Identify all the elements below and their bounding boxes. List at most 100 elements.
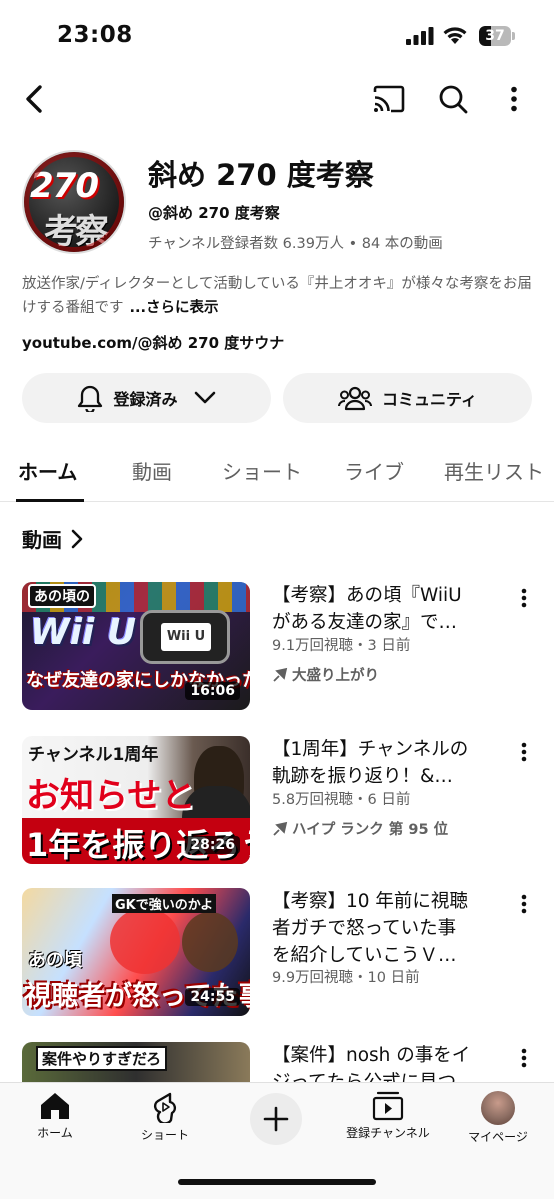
tab-playlists[interactable]: 再生リスト [444,456,544,485]
thumb-caption-top: GKで強いのかよ [112,894,217,913]
video-title[interactable]: 【考察】あの頃『WiiU がある友達の家』で… [272,582,500,636]
nav-subscriptions[interactable]: 登録チャンネル [340,1091,436,1141]
video-item[interactable]: GKで強いのかよ あの頃 視聴者が怒ってた事 24:55 【考察】10 年前に視… [0,888,554,1020]
hype-icon [273,667,288,682]
tab-live[interactable]: ライブ [344,456,404,485]
status-time: 23:08 [57,22,133,48]
user-avatar [481,1091,515,1125]
section-title: 動画 [22,528,62,552]
cast-button[interactable] [366,76,412,122]
battery-indicator: 37 [479,26,515,46]
home-indicator [178,1179,376,1185]
channel-header: 270 考察 斜め 270 度考察 @斜め 270 度考察 チャンネル登録者数 … [22,148,534,258]
show-more-link[interactable]: ...さらに表示 [130,300,219,316]
status-bar: 23:08 37 [0,0,554,70]
channel-description[interactable]: 放送作家/ディレクターとして活動している『井上オオキ』が様々な考察をお届けする番… [22,272,534,320]
video-meta: 9.9万回視聴・10 日前 [272,970,420,986]
channel-name: 斜め 270 度考察 [148,158,374,192]
cast-icon [373,85,405,113]
video-title[interactable]: 【考察】10 年前に視聴 者ガチで怒っていた事 を紹介していこうＶ… [272,888,500,969]
channel-handle: @斜め 270 度考察 [148,204,280,222]
create-button[interactable] [250,1093,302,1145]
community-label: コミュニティ [381,390,478,409]
hype-icon [273,821,288,836]
more-vertical-icon [521,894,527,914]
video-meta: 9.1万回視聴・3 日前 [272,638,411,654]
channel-link[interactable]: youtube.com/@斜め 270 度サウナ [22,332,284,353]
channel-tabs: ホーム 動画 ショート ライブ 再生リスト [0,446,554,502]
active-tab-indicator [16,499,84,502]
video-duration: 28:26 [185,836,240,854]
video-duration: 16:06 [185,682,240,700]
video-title-line: 【考察】10 年前に視聴 [272,891,468,912]
more-vertical-icon [521,1048,527,1068]
thumb-caption-top: あの頃の [28,584,96,608]
home-icon [41,1093,69,1119]
thumb-caption-main: お知らせと [26,776,196,816]
video-title-line: がある友達の家』で… [272,612,458,633]
video-more-button[interactable] [512,1044,536,1072]
video-more-button[interactable] [512,584,536,612]
more-vertical-icon [521,588,527,608]
chevron-right-icon [71,529,83,548]
video-title[interactable]: 【案件】nosh の事をイ ジってたら公式に見つ [272,1042,500,1082]
video-item[interactable]: チャンネル1周年 お知らせと 1年を振り返ろう 28:26 【1周年】チャンネル… [0,736,554,868]
nav-home-label: ホーム [37,1126,73,1140]
channel-avatar[interactable]: 270 考察 [22,150,126,254]
wifi-icon [443,27,467,44]
shorts-icon [153,1092,177,1123]
nav-shorts-label: ショート [140,1128,189,1142]
video-thumbnail[interactable]: あの頃の Wii U Wii U なぜ友達の家にしかなかったのか 16:06 [22,582,250,710]
cellular-signal-icon [406,27,434,45]
video-title-line: ジってたら公式に見つ [272,1069,500,1082]
video-title-line: 【案件】nosh の事をイ [272,1045,471,1066]
video-title-line: 【考察】あの頃『WiiU [272,585,462,606]
video-badge-label: 大盛り上がり [292,668,379,684]
tab-shorts[interactable]: ショート [222,456,302,485]
thumb-caption-top: チャンネル1周年 [28,745,159,765]
channel-stats: チャンネル登録者数 6.39万人 • 84 本の動画 [148,236,443,252]
bell-icon [78,385,103,412]
thumb-caption-main: Wii U [30,612,137,653]
video-title-line: 【1周年】チャンネルの [272,739,469,760]
plus-icon [263,1106,289,1132]
subscribed-button[interactable]: 登録済み [22,373,271,423]
nav-you[interactable]: マイページ [460,1091,536,1145]
thumb-caption-main: あの頃 [28,950,82,971]
video-duration: 24:55 [185,988,240,1006]
video-badge-label: ハイプ ランク 第 95 位 [292,822,449,838]
community-button[interactable]: コミュニティ [283,373,532,423]
tab-videos[interactable]: 動画 [132,456,172,485]
people-icon [337,386,372,411]
nav-you-label: マイページ [468,1130,528,1144]
videos-section-header[interactable]: 動画 [22,524,84,553]
video-more-button[interactable] [512,890,536,918]
video-meta: 5.8万回視聴・6 日前 [272,792,411,808]
more-vertical-icon [521,742,527,762]
video-more-button[interactable] [512,738,536,766]
video-thumbnail[interactable]: GKで強いのかよ あの頃 視聴者が怒ってた事 24:55 [22,888,250,1016]
subscribed-label: 登録済み [113,390,178,409]
search-icon [439,85,468,114]
back-arrow-icon [26,85,42,113]
thumb-caption-top: 案件やりすぎだろ [36,1046,168,1071]
chevron-down-icon [194,391,215,404]
video-badge: 大盛り上がり [272,664,379,685]
video-item[interactable]: 案件やりすぎだろ 【案件】nosh の事をイ ジってたら公式に見つ [0,1042,554,1082]
video-title[interactable]: 【1周年】チャンネルの 軌跡を振り返り！&… [272,736,500,790]
video-thumbnail[interactable]: 案件やりすぎだろ [22,1042,250,1082]
description-text: 放送作家/ディレクターとして活動している『井上オオキ』が様々な考察をお届けする番… [22,276,532,316]
top-app-bar [0,72,554,126]
more-vertical-icon [511,86,517,112]
tab-home[interactable]: ホーム [18,456,77,485]
video-thumbnail[interactable]: チャンネル1周年 お知らせと 1年を振り返ろう 28:26 [22,736,250,864]
nav-home[interactable]: ホーム [22,1091,88,1141]
video-title-line: 軌跡を振り返り！&… [272,766,453,787]
video-item[interactable]: あの頃の Wii U Wii U なぜ友達の家にしかなかったのか 16:06 【… [0,582,554,714]
nav-subscriptions-label: 登録チャンネル [346,1126,430,1140]
search-button[interactable] [430,76,476,122]
subscriptions-icon [372,1091,404,1121]
back-button[interactable] [14,76,54,122]
more-options-button[interactable] [494,76,534,122]
nav-shorts[interactable]: ショート [132,1091,198,1143]
